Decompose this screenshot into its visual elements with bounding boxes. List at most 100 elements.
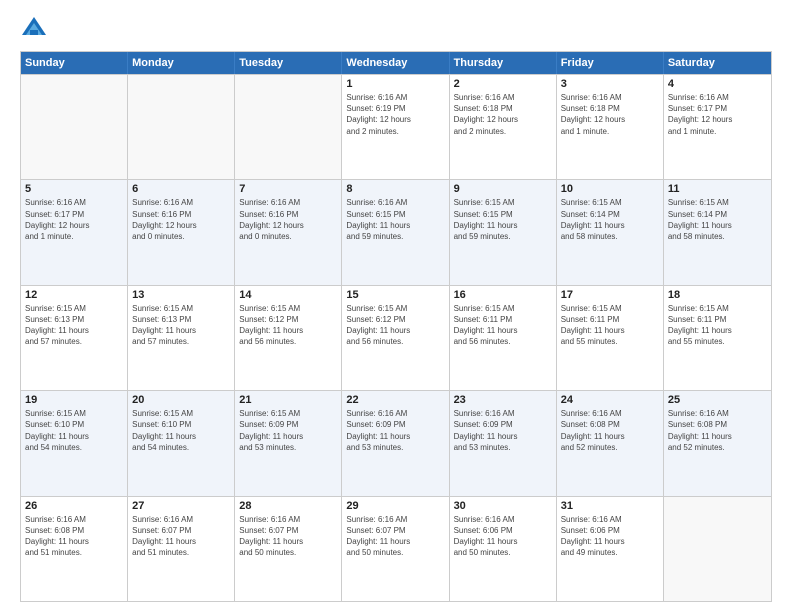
cell-info-line: Daylight: 12 hours [25, 220, 123, 231]
day-cell-6: 6Sunrise: 6:16 AMSunset: 6:16 PMDaylight… [128, 180, 235, 284]
day-cell-3: 3 Sunrise: 6:16 AMSunset: 6:18 PMDaylight… [557, 75, 664, 179]
cell-info-line: Sunset: 6:09 PM [346, 419, 444, 430]
cell-info-line: Sunrise: 6:15 AM [132, 303, 230, 314]
cell-info-line: Sunset: 6:07 PM [239, 525, 337, 536]
cell-info-line: and 53 minutes. [346, 442, 444, 453]
day-number: 15 [346, 289, 444, 301]
day-cell-24: 24Sunrise: 6:16 AMSunset: 6:08 PMDayligh… [557, 391, 664, 495]
day-number: 22 [346, 394, 444, 406]
day-number: 26 [25, 500, 123, 512]
cell-info-line: Sunrise: 6:16 AM [561, 92, 659, 103]
day-number: 3 [561, 78, 659, 90]
calendar-header: SundayMondayTuesdayWednesdayThursdayFrid… [21, 52, 771, 74]
day-number: 25 [668, 394, 767, 406]
cell-info-line: Sunrise: 6:16 AM [346, 197, 444, 208]
day-cell-21: 21Sunrise: 6:15 AMSunset: 6:09 PMDayligh… [235, 391, 342, 495]
day-cell-14: 14Sunrise: 6:15 AMSunset: 6:12 PMDayligh… [235, 286, 342, 390]
calendar-row-4: 19Sunrise: 6:15 AMSunset: 6:10 PMDayligh… [21, 390, 771, 495]
cell-info-line: Daylight: 11 hours [346, 536, 444, 547]
cell-info-line: Sunset: 6:18 PM [561, 103, 659, 114]
calendar-body: 1Sunrise: 6:16 AMSunset: 6:19 PMDaylight… [21, 74, 771, 601]
cell-info-line: Sunset: 6:08 PM [25, 525, 123, 536]
day-number: 6 [132, 183, 230, 195]
cell-info-line: and 54 minutes. [25, 442, 123, 453]
day-number: 24 [561, 394, 659, 406]
cell-info-line: Sunset: 6:18 PM [454, 103, 552, 114]
weekday-header-saturday: Saturday [664, 52, 771, 74]
cell-info-line: and 58 minutes. [668, 231, 767, 242]
cell-info-line: Daylight: 11 hours [239, 536, 337, 547]
day-cell-5: 5Sunrise: 6:16 AMSunset: 6:17 PMDaylight… [21, 180, 128, 284]
cell-info-line: and 2 minutes. [454, 126, 552, 137]
empty-cell [128, 75, 235, 179]
day-number: 9 [454, 183, 552, 195]
cell-info-line: Sunrise: 6:15 AM [239, 408, 337, 419]
cell-info-line: and 0 minutes. [239, 231, 337, 242]
day-number: 7 [239, 183, 337, 195]
cell-info-line: Daylight: 11 hours [346, 431, 444, 442]
cell-info-line: Sunrise: 6:16 AM [239, 197, 337, 208]
cell-info-line: Sunset: 6:16 PM [239, 209, 337, 220]
day-number: 27 [132, 500, 230, 512]
cell-info-line: and 50 minutes. [239, 547, 337, 558]
cell-info-line: Sunrise: 6:15 AM [25, 303, 123, 314]
cell-info-line: Sunset: 6:08 PM [561, 419, 659, 430]
calendar-row-1: 1Sunrise: 6:16 AMSunset: 6:19 PMDaylight… [21, 74, 771, 179]
cell-info-line: Sunset: 6:12 PM [239, 314, 337, 325]
day-cell-15: 15Sunrise: 6:15 AMSunset: 6:12 PMDayligh… [342, 286, 449, 390]
calendar-row-2: 5Sunrise: 6:16 AMSunset: 6:17 PMDaylight… [21, 179, 771, 284]
calendar-row-5: 26Sunrise: 6:16 AMSunset: 6:08 PMDayligh… [21, 496, 771, 601]
cell-info-line: Sunset: 6:10 PM [132, 419, 230, 430]
day-cell-20: 20Sunrise: 6:15 AMSunset: 6:10 PMDayligh… [128, 391, 235, 495]
cell-info-line: Daylight: 11 hours [25, 325, 123, 336]
cell-info-line: Sunset: 6:14 PM [561, 209, 659, 220]
cell-info-line: Sunrise: 6:16 AM [25, 514, 123, 525]
cell-info-line: Sunset: 6:09 PM [454, 419, 552, 430]
cell-info-line: Daylight: 11 hours [454, 431, 552, 442]
cell-info-line: and 49 minutes. [561, 547, 659, 558]
cell-info-line: and 56 minutes. [346, 336, 444, 347]
day-cell-28: 28Sunrise: 6:16 AMSunset: 6:07 PMDayligh… [235, 497, 342, 601]
cell-info-line: Sunrise: 6:15 AM [668, 197, 767, 208]
day-cell-31: 31Sunrise: 6:16 AMSunset: 6:06 PMDayligh… [557, 497, 664, 601]
cell-info-line: Sunset: 6:15 PM [454, 209, 552, 220]
cell-info-line: Daylight: 11 hours [132, 536, 230, 547]
calendar-row-3: 12Sunrise: 6:15 AMSunset: 6:13 PMDayligh… [21, 285, 771, 390]
cell-info-line: Sunset: 6:06 PM [454, 525, 552, 536]
cell-info-line: Sunrise: 6:16 AM [132, 514, 230, 525]
weekday-header-sunday: Sunday [21, 52, 128, 74]
cell-info-line: Sunset: 6:12 PM [346, 314, 444, 325]
day-number: 23 [454, 394, 552, 406]
day-number: 19 [25, 394, 123, 406]
cell-info-line: Sunrise: 6:15 AM [132, 408, 230, 419]
day-cell-13: 13Sunrise: 6:15 AMSunset: 6:13 PMDayligh… [128, 286, 235, 390]
cell-info-line: Sunset: 6:13 PM [25, 314, 123, 325]
cell-info-line: Daylight: 11 hours [346, 220, 444, 231]
cell-info-line: and 1 minute. [668, 126, 767, 137]
day-number: 14 [239, 289, 337, 301]
page: SundayMondayTuesdayWednesdayThursdayFrid… [0, 0, 792, 612]
cell-info-line: Daylight: 11 hours [668, 325, 767, 336]
day-number: 1 [346, 78, 444, 90]
empty-cell [21, 75, 128, 179]
day-cell-23: 23Sunrise: 6:16 AMSunset: 6:09 PMDayligh… [450, 391, 557, 495]
cell-info-line: Sunrise: 6:16 AM [132, 197, 230, 208]
day-cell-16: 16Sunrise: 6:15 AMSunset: 6:11 PMDayligh… [450, 286, 557, 390]
cell-info-line: and 59 minutes. [454, 231, 552, 242]
cell-info-line: Sunrise: 6:15 AM [454, 303, 552, 314]
day-number: 30 [454, 500, 552, 512]
cell-info-line: Daylight: 11 hours [25, 431, 123, 442]
cell-info-line: Sunrise: 6:15 AM [454, 197, 552, 208]
cell-info-line: and 51 minutes. [132, 547, 230, 558]
logo [20, 15, 52, 43]
cell-info-line: Daylight: 12 hours [454, 114, 552, 125]
day-number: 18 [668, 289, 767, 301]
cell-info-line: and 1 minute. [25, 231, 123, 242]
cell-info-line: and 59 minutes. [346, 231, 444, 242]
cell-info-line: Sunrise: 6:15 AM [561, 303, 659, 314]
day-cell-30: 30Sunrise: 6:16 AMSunset: 6:06 PMDayligh… [450, 497, 557, 601]
cell-info-line: and 55 minutes. [668, 336, 767, 347]
cell-info-line: Daylight: 12 hours [561, 114, 659, 125]
cell-info-line: Sunset: 6:11 PM [454, 314, 552, 325]
cell-info-line: Daylight: 11 hours [668, 220, 767, 231]
